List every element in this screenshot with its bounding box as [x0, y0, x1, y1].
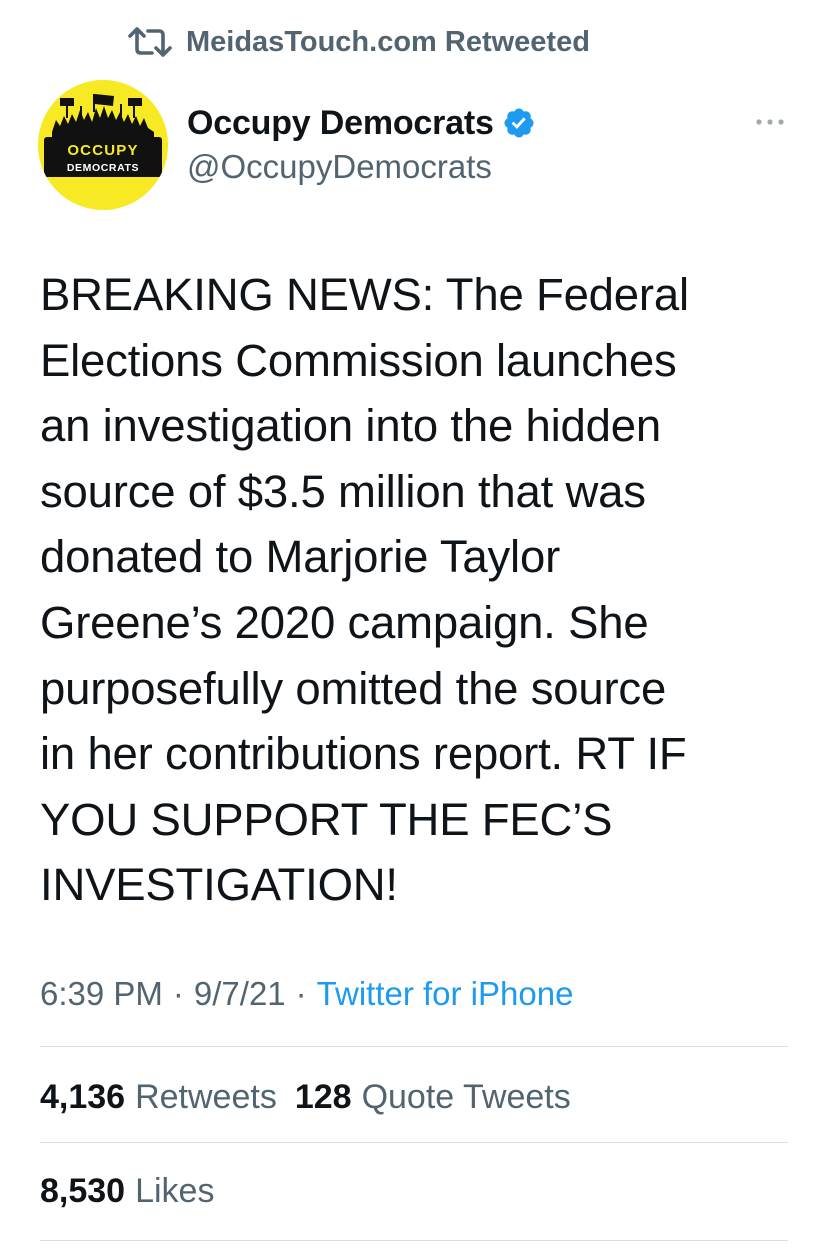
quote-tweets-stat[interactable]: 128 Quote Tweets — [295, 1078, 571, 1117]
divider — [40, 1142, 788, 1143]
avatar-logo-text-occupy: OCCUPY — [67, 142, 138, 159]
avatar[interactable]: OCCUPY DEMOCRATS — [38, 80, 168, 210]
likes-stat[interactable]: 8,530 Likes — [40, 1172, 214, 1211]
tweet-time[interactable]: 6:39 PM — [40, 975, 163, 1013]
tweet-date[interactable]: 9/7/21 — [194, 975, 286, 1013]
quote-tweets-count: 128 — [294, 1077, 352, 1116]
retweet-context[interactable]: MeidasTouch.com Retweeted — [128, 22, 590, 62]
retweets-label: Retweets — [135, 1077, 277, 1116]
engagement-stats-row: 4,136 Retweets 128 Quote Tweets — [40, 1073, 571, 1121]
author-display-name[interactable]: Occupy Democrats — [187, 104, 494, 143]
retweets-count: 4,136 — [40, 1077, 126, 1116]
tweet-text: BREAKING NEWS: The Federal Elections Com… — [40, 269, 689, 911]
retweets-stat[interactable]: 4,136 Retweets — [40, 1078, 277, 1117]
quote-tweets-label: Quote Tweets — [361, 1077, 571, 1116]
avatar-logo-text-democrats: DEMOCRATS — [67, 162, 139, 174]
tweet-source-link[interactable]: Twitter for iPhone — [317, 975, 574, 1013]
more-options-icon[interactable] — [752, 110, 788, 134]
author-block[interactable]: Occupy Democrats @OccupyDemocrats — [187, 100, 536, 186]
divider — [40, 1240, 788, 1241]
likes-label: Likes — [135, 1171, 215, 1210]
retweet-context-text: MeidasTouch.com Retweeted — [186, 25, 590, 58]
verified-badge-icon — [502, 106, 536, 140]
author-handle[interactable]: @OccupyDemocrats — [187, 148, 536, 186]
likes-count: 8,530 — [40, 1171, 126, 1210]
tweet-metadata: 6:39 PM · 9/7/21 · Twitter for iPhone — [40, 970, 573, 1018]
author-name-row: Occupy Democrats — [187, 100, 536, 146]
likes-stats-row: 8,530 Likes — [40, 1167, 214, 1215]
meta-separator: · — [172, 975, 184, 1012]
retweet-icon — [128, 24, 172, 60]
divider — [40, 1046, 788, 1047]
meta-separator: · — [295, 975, 307, 1012]
